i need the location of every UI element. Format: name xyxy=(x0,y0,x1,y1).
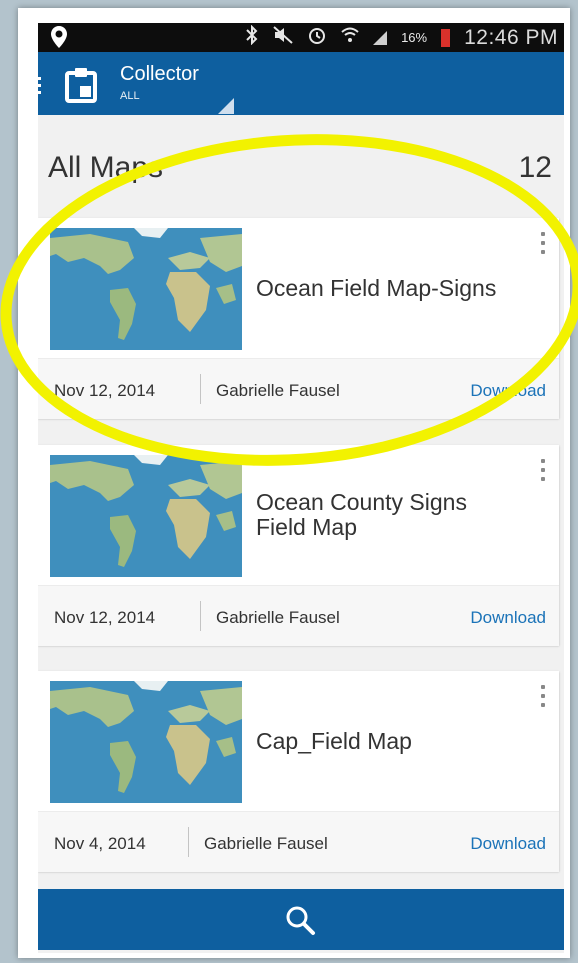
battery-percentage: 16% xyxy=(401,30,428,45)
bluetooth-icon xyxy=(245,24,259,50)
map-title[interactable]: Ocean Field Map-Signs xyxy=(256,218,506,358)
footer-divider xyxy=(200,374,201,404)
section-title: All Maps xyxy=(48,151,164,184)
card-footer: Nov 12, 2014 Gabrielle Fausel Download xyxy=(38,585,559,646)
map-card[interactable]: Ocean Field Map-Signs Nov 12, 2014 Gabri… xyxy=(38,218,559,419)
more-vertical-icon[interactable] xyxy=(541,232,545,259)
status-time: 12:46 PM xyxy=(464,25,558,49)
bottom-bar xyxy=(38,889,564,950)
map-date: Nov 12, 2014 xyxy=(54,381,156,400)
card-footer: Nov 4, 2014 Gabrielle Fausel Download xyxy=(38,811,559,872)
menu-icon[interactable] xyxy=(38,77,42,98)
map-owner: Gabrielle Fausel xyxy=(216,608,340,627)
download-link[interactable]: Download xyxy=(470,608,546,628)
footer-divider xyxy=(200,601,201,631)
map-thumbnail[interactable] xyxy=(50,455,242,577)
map-date: Nov 4, 2014 xyxy=(54,834,146,853)
footer-divider xyxy=(188,827,189,857)
wifi-icon xyxy=(341,26,359,49)
download-link[interactable]: Download xyxy=(470,834,546,854)
map-owner: Gabrielle Fausel xyxy=(204,834,328,853)
map-card[interactable]: Cap_Field Map Nov 4, 2014 Gabrielle Faus… xyxy=(38,671,559,872)
download-link[interactable]: Download xyxy=(470,381,546,401)
search-icon[interactable] xyxy=(284,904,316,941)
signal-icon xyxy=(373,30,388,45)
app-bar: Collector ALL xyxy=(38,52,564,115)
map-thumbnail[interactable] xyxy=(50,228,242,350)
map-filter-label[interactable]: ALL xyxy=(120,90,140,102)
battery-icon xyxy=(441,28,451,47)
more-vertical-icon[interactable] xyxy=(541,459,545,486)
app-title[interactable]: Collector xyxy=(120,63,199,86)
alarm-icon xyxy=(307,25,327,50)
app-screen: 16% 12:46 PM Collector ALL All Maps 12 O… xyxy=(38,23,564,953)
mute-icon xyxy=(273,26,293,49)
map-card[interactable]: Ocean County Signs Field Map Nov 12, 201… xyxy=(38,445,559,646)
status-bar: 16% 12:46 PM xyxy=(38,23,564,52)
location-pin-icon xyxy=(50,25,68,54)
status-icons: 16% 12:46 PM xyxy=(245,23,558,52)
dropdown-triangle-icon[interactable] xyxy=(218,98,234,114)
map-date: Nov 12, 2014 xyxy=(54,608,156,627)
section-header: All Maps 12 xyxy=(38,115,564,185)
more-vertical-icon[interactable] xyxy=(541,685,545,712)
map-title[interactable]: Ocean County Signs Field Map xyxy=(256,445,506,585)
map-count: 12 xyxy=(518,151,552,184)
clipboard-icon[interactable] xyxy=(64,67,98,108)
map-owner: Gabrielle Fausel xyxy=(216,381,340,400)
map-thumbnail[interactable] xyxy=(50,681,242,803)
card-footer: Nov 12, 2014 Gabrielle Fausel Download xyxy=(38,358,559,419)
map-title[interactable]: Cap_Field Map xyxy=(256,671,506,811)
